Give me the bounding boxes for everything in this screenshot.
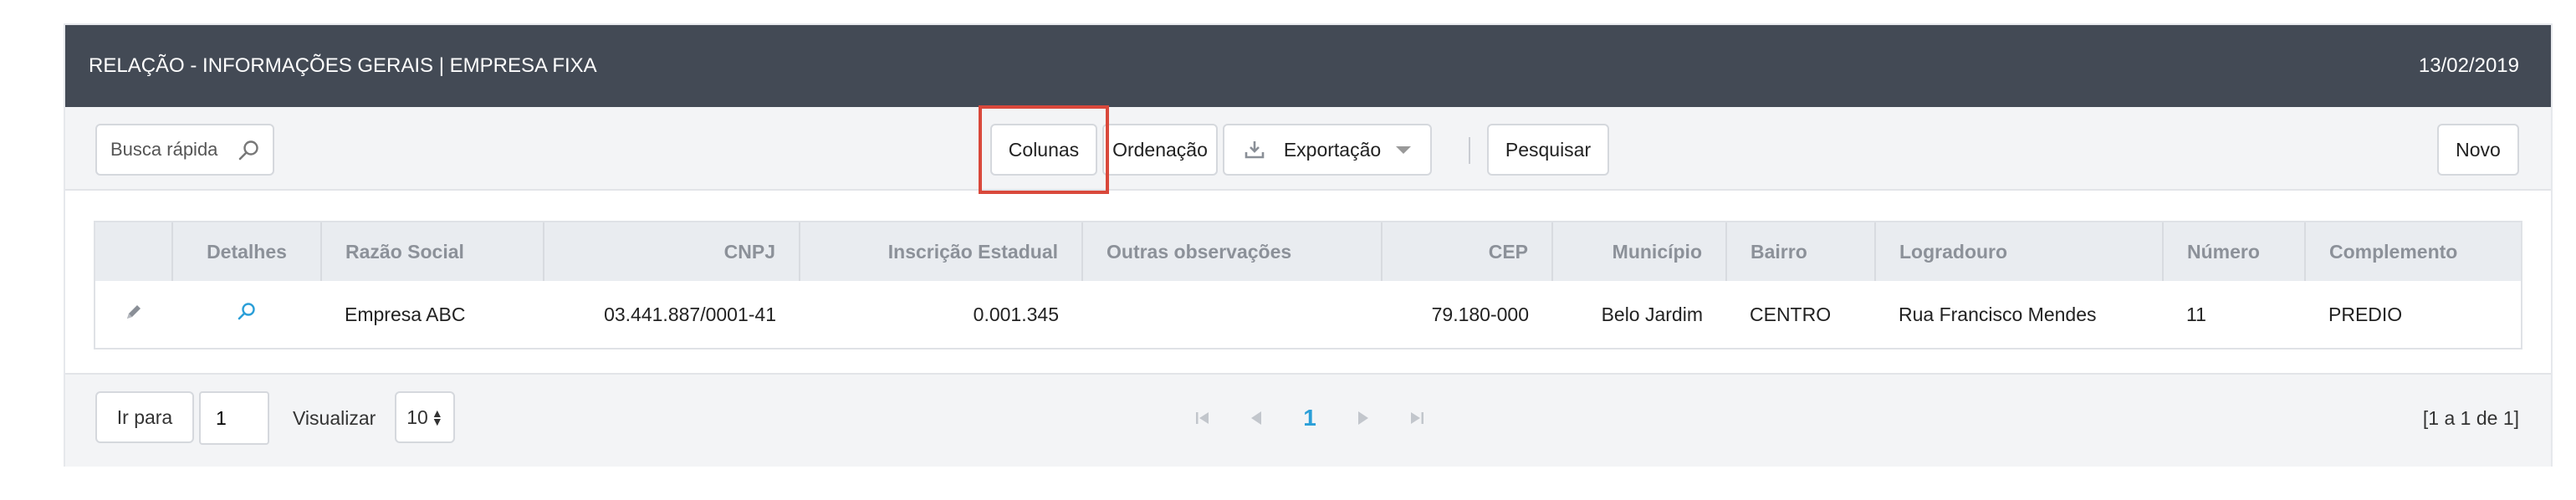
column-header-cep[interactable]: CEP: [1382, 222, 1553, 281]
cell-street: Rua Francisco Mendes: [1899, 303, 2097, 325]
column-header-municipality[interactable]: Município: [1552, 222, 1727, 281]
export-label: Exportação: [1283, 138, 1382, 161]
column-header-company-name[interactable]: Razão Social: [321, 222, 544, 281]
last-page-icon: [1411, 412, 1423, 424]
edit-pencil-icon[interactable]: [124, 302, 144, 322]
table-row: Empresa ABC 03.441.887/0001-41 0.001.345…: [95, 281, 2521, 348]
column-header-street[interactable]: Logradouro: [1875, 222, 2164, 281]
new-button[interactable]: Novo: [2437, 124, 2519, 176]
report-panel: RELAÇÃO - INFORMAÇÕES GERAIS | EMPRESA F…: [64, 23, 2553, 467]
page-size-select[interactable]: 10 ▲ ▼: [395, 391, 455, 443]
cell-district: CENTRO: [1750, 303, 1832, 325]
new-button-label: Novo: [2456, 138, 2501, 161]
search-icon[interactable]: [238, 139, 261, 162]
column-header-complement[interactable]: Complemento: [2305, 222, 2521, 281]
magnifier-icon[interactable]: [236, 301, 258, 323]
details-cell[interactable]: [172, 281, 321, 348]
cell-municipality: Belo Jardim: [1601, 303, 1703, 325]
cell-number: 11: [2186, 303, 2206, 325]
cell-state-registration: 0.001.345: [973, 303, 1059, 325]
last-page-button[interactable]: [1390, 400, 1444, 436]
quick-search[interactable]: [95, 124, 274, 176]
goto-page-label: Ir para: [116, 406, 173, 428]
cell-other-notes: [1082, 281, 1382, 348]
page-size-value: 10: [406, 406, 428, 428]
pagination-info: [1 a 1 de 1]: [2422, 407, 2519, 429]
column-header-actions: [95, 222, 173, 281]
prev-page-icon: [1251, 411, 1261, 425]
report-title: RELAÇÃO - INFORMAÇÕES GERAIS | EMPRESA F…: [89, 54, 597, 77]
cell-complement: PREDIO: [2328, 303, 2403, 325]
pagination-footer: Ir para Visualizar 10 ▲▼ 1 [1 a 1 de 1]: [65, 373, 2551, 467]
toolbar: Colunas Ordenação Exportação Pesquisar N…: [65, 105, 2551, 194]
search-button[interactable]: Pesquisar: [1487, 124, 1609, 176]
current-page[interactable]: 1: [1283, 400, 1337, 436]
first-page-button[interactable]: [1176, 400, 1229, 436]
cell-cep: 79.180-000: [1431, 303, 1529, 325]
quick-search-input[interactable]: [110, 137, 236, 162]
cell-company-name: Empresa ABC: [345, 303, 466, 325]
next-page-icon: [1358, 411, 1368, 425]
report-header: RELAÇÃO - INFORMAÇÕES GERAIS | EMPRESA F…: [65, 25, 2551, 107]
download-icon: [1245, 141, 1265, 159]
chevron-down-icon: [1396, 145, 1412, 154]
toolbar-divider: [1469, 137, 1470, 164]
goto-page-button[interactable]: Ir para: [95, 391, 194, 443]
first-page-icon: [1196, 412, 1209, 424]
export-dropdown[interactable]: Exportação: [1223, 124, 1432, 176]
search-button-label: Pesquisar: [1505, 138, 1592, 161]
select-arrows-icon: ▲ ▼: [431, 406, 443, 428]
columns-button[interactable]: Colunas: [990, 124, 1097, 176]
data-table: Detalhes Razão Social CNPJ Inscrição Est…: [94, 221, 2522, 349]
column-header-details[interactable]: Detalhes: [172, 222, 322, 281]
column-header-state-registration[interactable]: Inscrição Estadual: [800, 222, 1083, 281]
cell-cnpj: 03.441.887/0001-41: [604, 303, 776, 325]
table-header-row: Detalhes Razão Social CNPJ Inscrição Est…: [95, 222, 2521, 281]
current-page-number: 1: [1303, 405, 1316, 431]
order-button[interactable]: Ordenação: [1102, 124, 1218, 176]
report-date: 13/02/2019: [2418, 54, 2519, 77]
column-header-district[interactable]: Bairro: [1726, 222, 1876, 281]
column-header-other-notes[interactable]: Outras observações: [1082, 222, 1383, 281]
pager: 1: [1176, 400, 1444, 436]
column-header-number[interactable]: Número: [2163, 222, 2306, 281]
edit-cell[interactable]: [95, 281, 172, 348]
order-button-label: Ordenação: [1112, 138, 1208, 161]
next-page-button[interactable]: [1337, 400, 1390, 436]
prev-page-button[interactable]: [1229, 400, 1283, 436]
page-size-label: Visualizar: [293, 407, 376, 429]
goto-page-input[interactable]: [199, 391, 269, 445]
columns-button-label: Colunas: [1008, 138, 1080, 161]
column-header-cnpj[interactable]: CNPJ: [544, 222, 800, 281]
